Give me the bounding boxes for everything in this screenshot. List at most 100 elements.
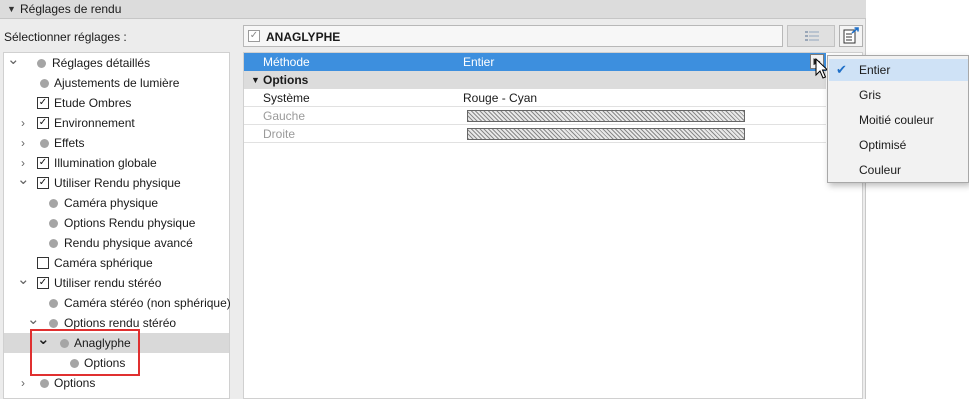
systeme-value: Rouge - Cyan [463,91,538,105]
tree-item-options[interactable]: Options [4,353,229,373]
menu-item-optimis-[interactable]: Optimisé [829,134,968,156]
gauche-color-swatch-disabled [467,110,745,122]
menu-item-gris[interactable]: Gris [829,84,968,106]
tree-item-checkbox[interactable]: ✓ [37,277,49,289]
tree-item-rendu-physique-avanc-[interactable]: Rendu physique avancé [4,233,229,253]
tree-item-label: Caméra stéréo (non sphérique) [64,296,231,310]
node-dot-icon [49,299,58,308]
node-dot-icon [49,199,58,208]
chevron-down-icon[interactable]: ⌄ [27,312,40,333]
tree-item-cam-ra-sph-rique[interactable]: Caméra sphérique [4,253,229,273]
tree-item-effets[interactable]: › Effets [4,133,229,153]
list-view-button[interactable] [787,25,835,47]
tree-item-anaglyphe[interactable]: ⌄ Anaglyphe [4,332,229,353]
tree-scroll-gap [230,52,242,399]
methode-label: Méthode [263,55,310,69]
render-settings-panel: ▼ Réglages de rendu Sélectionner réglage… [0,0,866,399]
droite-color-swatch-disabled [467,128,745,140]
options-group-label: Options [263,73,309,87]
tree-item-checkbox[interactable]: ✓ [37,97,49,109]
settings-tree: ⌄ Réglages détaillés Ajustements de lumièr… [3,52,231,399]
menu-item-label: Gris [859,88,881,102]
export-settings-button[interactable] [839,25,863,47]
node-dot-icon [40,139,49,148]
menu-item-label: Moitié couleur [859,113,934,127]
node-dot-icon [40,79,49,88]
chevron-down-icon[interactable]: ⌄ [7,52,20,73]
chevron-down-icon[interactable]: ⌄ [17,272,30,293]
menu-item-label: Optimisé [859,138,907,152]
tree-item-label: Réglages détaillés [52,56,151,70]
tree-item-r-glages-d-taill-s[interactable]: ⌄ Réglages détaillés [4,52,229,73]
collapse-caret-icon[interactable]: ▼ [7,4,16,14]
methode-row[interactable]: Méthode Entier ▶ [244,53,826,71]
chevron-down-icon[interactable]: ⌄ [17,172,30,193]
methode-value: Entier [463,55,495,69]
tree-item-checkbox[interactable]: ✓ [37,177,49,189]
node-dot-icon [40,379,49,388]
tree-item-ajustements-de-lumi-re[interactable]: Ajustements de lumière [4,73,229,93]
menu-item-couleur[interactable]: Couleur [829,159,968,181]
tree-item-label: Options Rendu physique [64,216,196,230]
tree-item-label: Options [84,356,126,370]
menu-item-label: Entier [859,63,891,77]
list-icon [805,31,819,41]
tree-item-label: Ajustements de lumière [54,76,180,90]
tree-item-options[interactable]: › Options [4,373,229,393]
systeme-label: Système [263,91,310,105]
tree-item-label: Environnement [54,116,135,130]
export-document-icon [843,27,859,44]
tree-item-label: Rendu physique avancé [64,236,193,250]
chevron-right-icon[interactable]: › [17,373,29,393]
tree-item-options-rendu-physique[interactable]: Options Rendu physique [4,213,229,233]
settings-set-selector[interactable]: ✓ ANAGLYPHE [243,25,783,47]
tree-item-etude-ombres[interactable]: ✓ Etude Ombres [4,93,229,113]
chevron-down-icon[interactable]: ⌄ [37,332,50,353]
select-settings-label: Sélectionner réglages : [4,30,127,44]
droite-row: Droite [244,125,826,143]
node-dot-icon [37,59,46,68]
tree-item-cam-ra-physique[interactable]: Caméra physique [4,193,229,213]
menu-item-entier[interactable]: ✔ Entier [829,59,968,81]
menu-item-moiti-couleur[interactable]: Moitié couleur [829,109,968,131]
tree-item-cam-ra-st-r-o-non-sph-rique-[interactable]: Caméra stéréo (non sphérique) [4,293,231,313]
node-dot-icon [60,339,69,348]
tree-item-checkbox[interactable]: ✓ [37,117,49,129]
checkmark-icon: ✔ [836,62,847,77]
chevron-right-icon[interactable]: › [17,153,29,173]
settings-set-checkbox[interactable]: ✓ [248,30,260,42]
tree-item-label: Etude Ombres [54,96,132,110]
tree-item-label: Utiliser rendu stéréo [54,276,162,290]
gauche-label: Gauche [263,109,306,123]
tree-item-label: Effets [54,136,85,150]
tree-item-environnement[interactable]: › ✓ Environnement [4,113,229,133]
settings-table: Méthode Entier ▶ ▼ Options Système Rouge… [243,52,863,399]
tree-item-label: Anaglyphe [74,336,131,350]
tree-item-utiliser-rendu-st-r-o[interactable]: ⌄ ✓ Utiliser rendu stéréo [4,272,229,293]
droite-label: Droite [263,127,296,141]
gauche-row: Gauche [244,107,826,125]
tree-item-label: Options rendu stéréo [64,316,177,330]
tree-item-label: Utiliser Rendu physique [54,176,181,190]
tree-item-options-rendu-st-r-o[interactable]: ⌄ Options rendu stéréo [4,312,229,333]
node-dot-icon [70,359,79,368]
tree-item-label: Caméra physique [64,196,159,210]
methode-dropdown-menu: ✔ Entier Gris Moitié couleur Optimisé Couleur [827,55,969,183]
panel-header[interactable]: ▼ Réglages de rendu [0,0,866,19]
options-group-row[interactable]: ▼ Options [244,71,826,89]
tree-item-label: Illumination globale [54,156,157,170]
node-dot-icon [49,239,58,248]
tree-item-checkbox[interactable] [37,257,49,269]
tree-item-illumination-globale[interactable]: › ✓ Illumination globale [4,153,229,173]
tree-item-checkbox[interactable]: ✓ [37,157,49,169]
chevron-right-icon[interactable]: › [17,113,29,133]
menu-item-label: Couleur [859,163,902,177]
chevron-right-icon[interactable]: › [17,133,29,153]
tree-item-label: Options [54,376,96,390]
systeme-row[interactable]: Système Rouge - Cyan [244,89,826,107]
settings-set-name: ANAGLYPHE [266,30,341,44]
tree-item-utiliser-rendu-physique[interactable]: ⌄ ✓ Utiliser Rendu physique [4,172,229,193]
group-caret-icon[interactable]: ▼ [251,75,260,85]
node-dot-icon [49,219,58,228]
tree-item-label: Caméra sphérique [54,256,153,270]
